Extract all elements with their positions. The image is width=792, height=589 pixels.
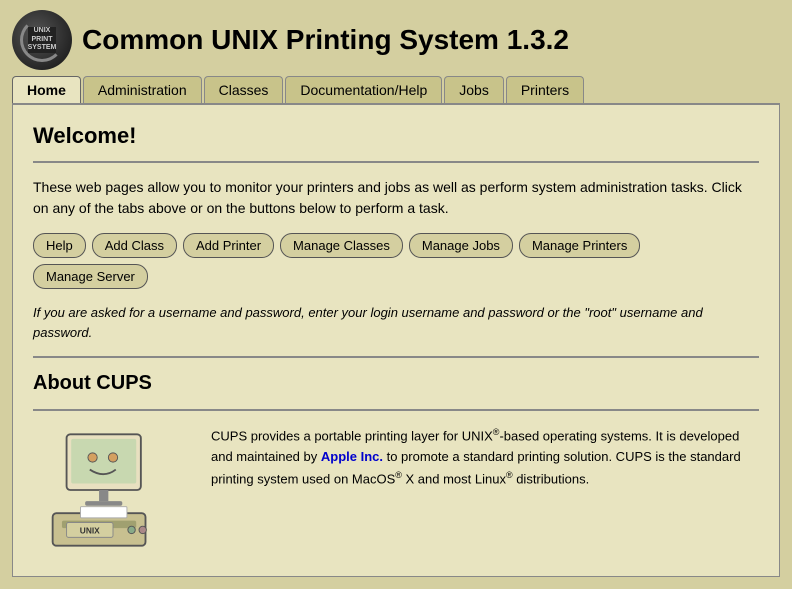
intro-text: These web pages allow you to monitor you… xyxy=(33,177,759,219)
cups-logo-icon: UNIXPRINTSYSTEM xyxy=(12,10,72,70)
tab-jobs[interactable]: Jobs xyxy=(444,76,504,103)
logo-area: UNIXPRINTSYSTEM Common UNIX Printing Sys… xyxy=(12,10,569,70)
tab-documentation[interactable]: Documentation/Help xyxy=(285,76,442,103)
add-printer-button[interactable]: Add Printer xyxy=(183,233,274,258)
tab-administration[interactable]: Administration xyxy=(83,76,202,103)
about-text-1: CUPS provides a portable printing layer … xyxy=(211,428,493,443)
reg-mark-3: ® xyxy=(506,470,513,480)
about-text-5: distributions. xyxy=(513,471,590,486)
header: UNIXPRINTSYSTEM Common UNIX Printing Sys… xyxy=(0,0,792,70)
logo-text: UNIXPRINTSYSTEM xyxy=(28,27,57,52)
cups-printer-illustration: UNIX xyxy=(33,425,193,558)
manage-server-button[interactable]: Manage Server xyxy=(33,264,148,289)
app-title: Common UNIX Printing System 1.3.2 xyxy=(82,24,569,56)
manage-classes-button[interactable]: Manage Classes xyxy=(280,233,403,258)
about-text-4: X and most Linux xyxy=(402,471,506,486)
tab-classes[interactable]: Classes xyxy=(204,76,284,103)
divider-mid xyxy=(33,356,759,358)
about-heading: About CUPS xyxy=(33,372,759,395)
reg-mark-2: ® xyxy=(395,470,402,480)
about-section: UNIX CUPS provides a portable printing l… xyxy=(33,425,759,558)
svg-text:UNIX: UNIX xyxy=(80,526,100,536)
main-content: Welcome! These web pages allow you to mo… xyxy=(12,103,780,577)
login-note: If you are asked for a username and pass… xyxy=(33,303,759,342)
manage-printers-button[interactable]: Manage Printers xyxy=(519,233,640,258)
apple-inc-link[interactable]: Apple Inc. xyxy=(321,449,383,464)
divider-top xyxy=(33,161,759,163)
tab-home[interactable]: Home xyxy=(12,76,81,103)
action-buttons: Help Add Class Add Printer Manage Classe… xyxy=(33,233,759,289)
add-class-button[interactable]: Add Class xyxy=(92,233,177,258)
welcome-heading: Welcome! xyxy=(33,123,759,149)
divider-about xyxy=(33,409,759,411)
nav-bar: Home Administration Classes Documentatio… xyxy=(0,70,792,103)
tab-printers[interactable]: Printers xyxy=(506,76,584,103)
manage-jobs-button[interactable]: Manage Jobs xyxy=(409,233,513,258)
help-button[interactable]: Help xyxy=(33,233,86,258)
about-text: CUPS provides a portable printing layer … xyxy=(211,425,759,490)
